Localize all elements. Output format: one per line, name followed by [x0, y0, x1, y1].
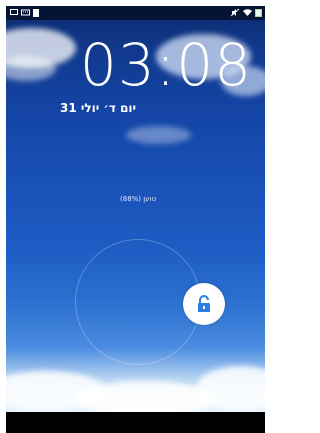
date-label: יום ד׳ יולי 31: [60, 101, 137, 115]
lock-screen: 03:08 יום ד׳ יולי 31 טוען (88%): [6, 6, 265, 412]
keyboard-icon: [21, 9, 30, 16]
mute-icon: [231, 8, 239, 17]
device-frame: 03:08 יום ד׳ יולי 31 טוען (88%): [0, 0, 270, 433]
battery-status: טוען (88%): [120, 195, 156, 203]
unlock-button[interactable]: [183, 283, 225, 325]
status-bar: [6, 6, 265, 20]
battery-icon: [255, 9, 262, 17]
sd-card-icon: [33, 9, 39, 17]
unlock-padlock-icon: [198, 295, 210, 312]
cloud-decoration: [126, 126, 191, 144]
navigation-bar: [6, 412, 265, 433]
window-icon: [10, 9, 18, 15]
clock-time: 03:08: [79, 31, 253, 99]
wifi-icon: [243, 9, 252, 16]
cloud-decoration: [6, 56, 56, 81]
cloud-decoration: [76, 381, 216, 412]
